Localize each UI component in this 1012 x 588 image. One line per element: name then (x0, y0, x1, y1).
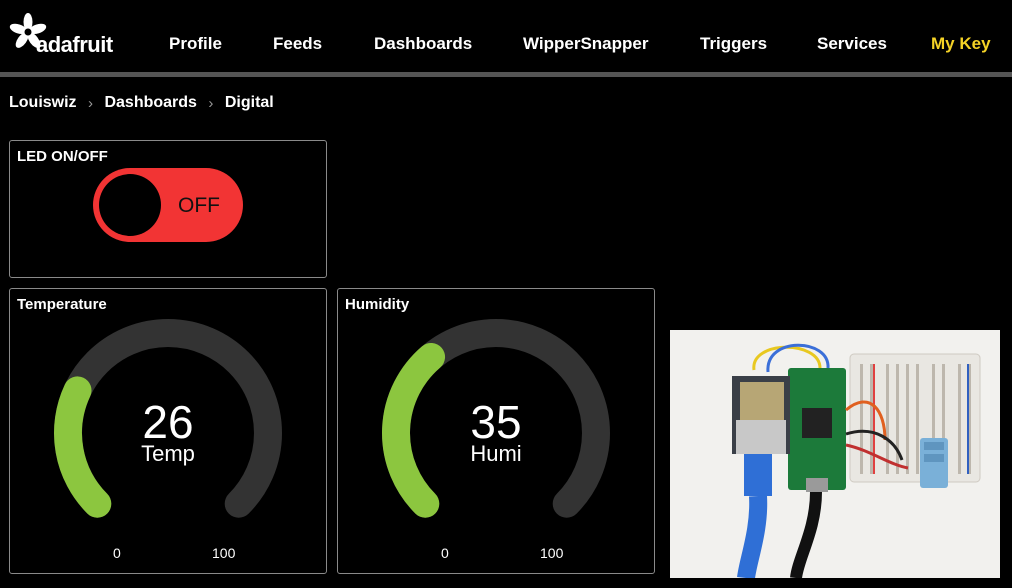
gauge-max-label: 100 (212, 545, 236, 561)
nav-feeds[interactable]: Feeds (273, 34, 322, 54)
gauge-min-label: 0 (441, 545, 449, 561)
gauge-max-label: 100 (540, 545, 564, 561)
gauge-min-label: 0 (113, 545, 121, 561)
chevron-right-icon: › (88, 94, 94, 112)
block-title: Humidity (345, 296, 410, 313)
temperature-gauge-block: Temperature 26 Temp 0 100 (9, 288, 327, 574)
breadcrumb: Louiswiz › Dashboards › Digital (9, 94, 274, 112)
top-navigation: adafruit Profile Feeds Dashboards Wipper… (0, 0, 1012, 77)
nav-services[interactable]: Services (817, 34, 887, 54)
chevron-right-icon: › (208, 94, 214, 112)
brand-name: adafruit (36, 32, 113, 57)
nav-triggers[interactable]: Triggers (700, 34, 767, 54)
gauge-label: Humi (470, 441, 522, 466)
breadcrumb-current: Digital (224, 94, 274, 111)
hardware-photo-illustration (670, 330, 1000, 578)
led-toggle-switch[interactable]: OFF (93, 168, 243, 242)
nav-profile[interactable]: Profile (169, 34, 222, 54)
nav-wippersnapper[interactable]: WipperSnapper (523, 34, 648, 54)
nav-my-key[interactable]: My Key (931, 34, 991, 54)
gauge-label: Temp (141, 441, 195, 466)
toggle-state-label: OFF (178, 194, 220, 217)
block-title: LED ON/OFF (17, 148, 108, 165)
led-toggle-block: LED ON/OFF OFF (9, 140, 327, 278)
toggle-knob (99, 174, 161, 236)
nav-dashboards[interactable]: Dashboards (374, 34, 472, 54)
breadcrumb-dashboards[interactable]: Dashboards (104, 94, 196, 112)
breadcrumb-user[interactable]: Louiswiz (9, 94, 77, 112)
humidity-gauge-block: Humidity 35 Humi 0 100 (337, 288, 655, 574)
hardware-photo (670, 330, 1000, 578)
block-title: Temperature (17, 296, 107, 313)
adafruit-logo[interactable]: adafruit (8, 12, 128, 58)
